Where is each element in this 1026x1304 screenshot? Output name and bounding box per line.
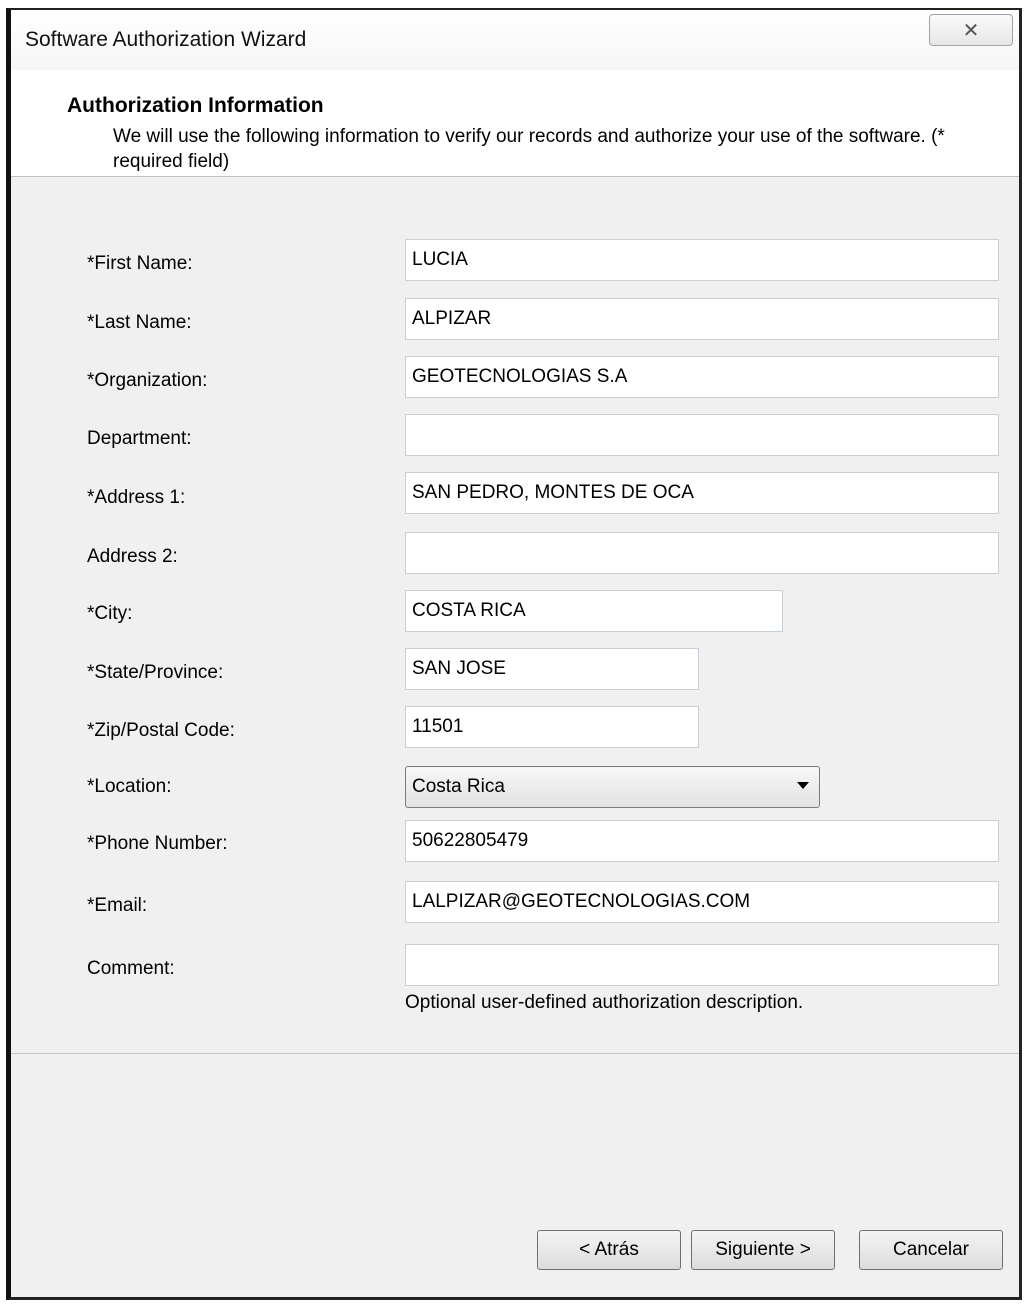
email-field[interactable]: LALPIZAR@GEOTECNOLOGIAS.COM — [405, 881, 999, 923]
next-button[interactable]: Siguiente > — [691, 1230, 835, 1270]
department-label: Department: — [87, 428, 192, 449]
close-button[interactable]: ✕ — [929, 14, 1013, 46]
page-title: Authorization Information — [67, 94, 324, 117]
address2-field[interactable] — [405, 532, 999, 574]
comment-hint: Optional user-defined authorization desc… — [405, 992, 804, 1013]
comment-field[interactable] — [405, 944, 999, 986]
city-label: *City: — [87, 603, 133, 624]
back-button[interactable]: < Atrás — [537, 1230, 681, 1270]
phone-field[interactable]: 50622805479 — [405, 820, 999, 862]
last-name-field[interactable]: ALPIZAR — [405, 298, 999, 340]
zip-label: *Zip/Postal Code: — [87, 720, 235, 741]
zip-field[interactable]: 11501 — [405, 706, 699, 748]
location-label: *Location: — [87, 776, 172, 797]
title-bar: Software Authorization Wizard ✕ — [11, 10, 1019, 70]
organization-label: *Organization: — [87, 370, 208, 391]
form-area: *First Name: LUCIA *Last Name: ALPIZAR *… — [11, 177, 1019, 1053]
location-value: Costa Rica — [412, 776, 505, 797]
state-field[interactable]: SAN JOSE — [405, 648, 699, 690]
last-name-label: *Last Name: — [87, 312, 192, 333]
location-select[interactable]: Costa Rica — [405, 766, 820, 808]
chevron-down-icon — [797, 782, 809, 789]
department-field[interactable] — [405, 414, 999, 456]
cancel-button[interactable]: Cancelar — [859, 1230, 1003, 1270]
page-description: We will use the following information to… — [113, 126, 945, 172]
organization-field[interactable]: GEOTECNOLOGIAS S.A — [405, 356, 999, 398]
email-label: *Email: — [87, 895, 148, 916]
phone-label: *Phone Number: — [87, 833, 228, 854]
city-field[interactable]: COSTA RICA — [405, 590, 783, 632]
close-icon: ✕ — [962, 18, 980, 42]
address2-label: Address 2: — [87, 546, 178, 567]
header-area: Authorization Information We will use th… — [11, 70, 1019, 177]
window-title: Software Authorization Wizard — [25, 28, 307, 51]
address1-field[interactable]: SAN PEDRO, MONTES DE OCA — [405, 472, 999, 514]
first-name-label: *First Name: — [87, 253, 193, 274]
state-label: *State/Province: — [87, 662, 224, 683]
comment-label: Comment: — [87, 958, 175, 979]
first-name-field[interactable]: LUCIA — [405, 239, 999, 281]
footer-bar: < Atrás Siguiente > Cancelar — [11, 1053, 1019, 1297]
wizard-window: Software Authorization Wizard ✕ Authoriz… — [6, 8, 1022, 1300]
address1-label: *Address 1: — [87, 487, 186, 508]
